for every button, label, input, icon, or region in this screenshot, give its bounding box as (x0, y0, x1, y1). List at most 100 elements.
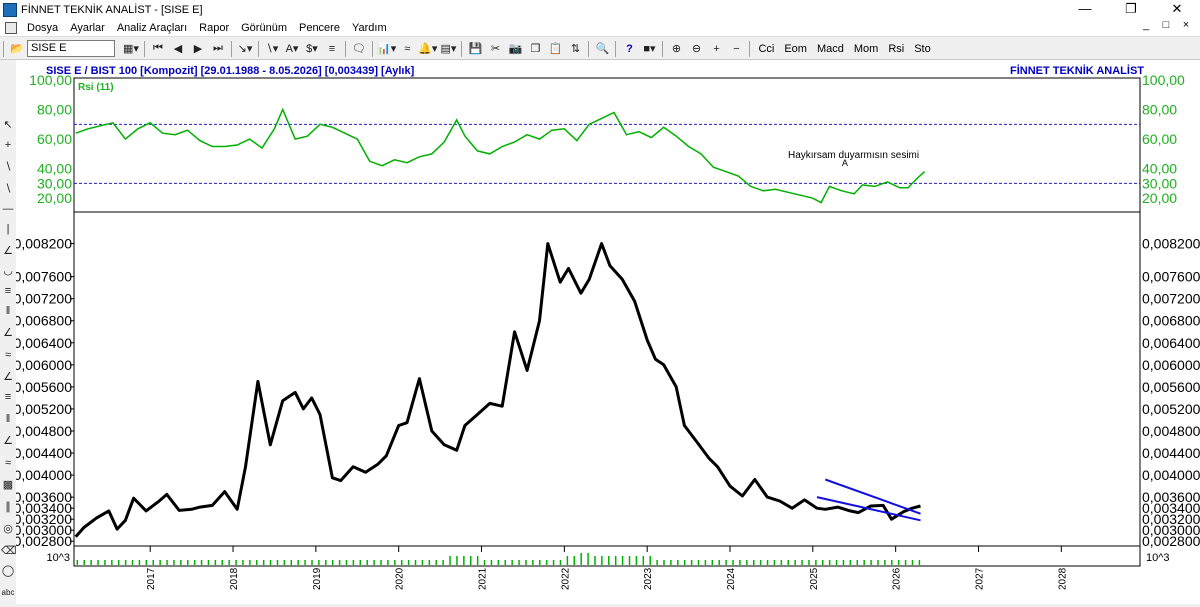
camera-icon[interactable]: 📷 (506, 40, 524, 58)
fibonacci-icon[interactable]: ≡ (1, 284, 15, 298)
indicator-cci-button[interactable]: Cci (753, 43, 779, 55)
comment-icon[interactable]: 🗨 (350, 40, 368, 58)
alarm-bell-icon[interactable]: 🔔▾ (418, 40, 437, 58)
chart-type-icon[interactable]: ▤▾ (439, 40, 457, 58)
line-tool-icon[interactable]: ↘▾ (236, 40, 254, 58)
brand-label: FİNNET TEKNİK ANALİST (1010, 64, 1144, 77)
scissors-icon[interactable]: ✂ (486, 40, 504, 58)
mdi-minimize-icon[interactable]: _ (1136, 19, 1156, 31)
mdi-close-icon[interactable]: × (1176, 19, 1196, 31)
indicator-eom-button[interactable]: Eom (779, 43, 812, 55)
text-abc-icon[interactable]: abc (1, 586, 15, 600)
indicator-mom-button[interactable]: Mom (849, 43, 883, 55)
binoculars-icon[interactable]: 🔍 (593, 40, 611, 58)
spiral-icon[interactable]: ◎ (1, 522, 15, 536)
rsi-y-tick-right: 60,00 (1142, 131, 1177, 147)
close-icon[interactable]: ✕ (1154, 0, 1200, 19)
first-icon[interactable]: ⏮ (149, 40, 167, 58)
chart-canvas[interactable]: SISE E / BIST 100 [Kompozit] [29.01.1988… (14, 60, 1200, 604)
mdi-restore-icon[interactable]: □ (1156, 19, 1176, 31)
eraser-icon[interactable]: ⌫ (1, 544, 17, 558)
price-y-tick-left: 0,005600 (16, 379, 72, 395)
x-tick-label: 2024 (726, 567, 737, 590)
x-tick-label: 2023 (643, 567, 654, 590)
arc-icon[interactable]: ◡ (1, 264, 15, 278)
menu-pencere[interactable]: Pencere (293, 22, 346, 34)
indicator-macd-button[interactable]: Macd (812, 43, 849, 55)
minus-icon[interactable]: − (727, 40, 745, 58)
andrews-icon[interactable]: ∠ (1, 434, 15, 448)
vertical-line-icon[interactable]: | (1, 222, 15, 236)
symbol-input[interactable]: SISE E (27, 40, 115, 57)
toolbar-separator (3, 40, 4, 57)
indicator-sto-button[interactable]: Sto (909, 43, 936, 55)
x-tick-label: 2021 (478, 567, 489, 590)
x-axis: 2017 2018 2019 2020 2021 2022 2023 2024 2025 2026… (146, 546, 1068, 590)
channel-icon[interactable]: ‖ (1, 304, 15, 318)
price-y-tick-right: 0,002800 (1142, 533, 1200, 549)
price-y-tick-right: 0,007200 (1142, 291, 1200, 307)
menu-yardim[interactable]: Yardım (346, 22, 393, 34)
zoom-out-icon[interactable]: ⊖ (687, 40, 705, 58)
rsi-y-tick-right: 30,00 (1142, 175, 1177, 191)
histogram-icon[interactable]: ▩ (1, 478, 15, 492)
indicator-rsi-button[interactable]: Rsi (883, 43, 909, 55)
save-icon[interactable]: 💾 (466, 40, 484, 58)
toolbar-separator (662, 40, 664, 57)
bar-chart-icon[interactable]: 📊▾ (377, 40, 396, 58)
pointer-icon[interactable]: ↖ (1, 118, 15, 132)
menu-ayarlar[interactable]: Ayarlar (64, 22, 111, 34)
zoom-in-icon[interactable]: ⊕ (667, 40, 685, 58)
price-y-tick-right: 0,008200 (1142, 236, 1200, 252)
menu-gorunum[interactable]: Görünüm (235, 22, 293, 34)
speed-line-icon[interactable]: ∠ (1, 370, 15, 384)
rsi-y-tick-left: 80,00 (37, 102, 72, 118)
next-icon[interactable]: ▶ (189, 40, 207, 58)
cycle-icon[interactable]: ≈ (1, 456, 15, 470)
draw-line-icon[interactable]: ∖▾ (263, 40, 281, 58)
rsi-y-tick-right: 80,00 (1142, 102, 1177, 118)
toolbar-separator (461, 40, 463, 57)
price-y-tick-left: 0,007200 (16, 291, 72, 307)
text-tool-icon[interactable]: A▾ (283, 40, 301, 58)
fan-icon[interactable]: ∠ (1, 244, 15, 258)
horizontal-line-icon[interactable]: — (1, 202, 15, 216)
fan-lines-icon[interactable]: ∥ (1, 500, 15, 514)
price-y-tick-right: 0,005600 (1142, 379, 1200, 395)
help-icon[interactable]: ? (620, 40, 638, 58)
menu-analiz-araclari[interactable]: Analiz Araçları (111, 22, 193, 34)
gann-icon[interactable]: ∠ (1, 326, 15, 340)
menu-bar: Dosya Ayarlar Analiz Araçları Rapor Görü… (0, 19, 1200, 37)
last-icon[interactable]: ⏭ (209, 40, 227, 58)
palette-icon[interactable]: ■▾ (640, 40, 658, 58)
retracement-icon[interactable]: ≡ (1, 390, 15, 404)
price-y-tick-right: 0,006800 (1142, 313, 1200, 329)
crosshair-icon[interactable]: + (1, 138, 15, 152)
trendline-icon[interactable]: ∖ (1, 160, 15, 174)
toolbar-separator (258, 40, 259, 57)
indicator-icon[interactable]: ≈ (398, 40, 416, 58)
copy-icon[interactable]: ❐ (526, 40, 544, 58)
symbol-list-icon[interactable]: ▦▾ (122, 40, 140, 58)
restore-icon[interactable]: ❐ (1108, 0, 1154, 19)
plus-icon[interactable]: + (707, 40, 725, 58)
volume-panel: 10^3 10^3 (46, 545, 1170, 567)
rsi-y-tick-left: 60,00 (37, 131, 72, 147)
ray-icon[interactable]: ∖ (1, 182, 15, 196)
wave-icon[interactable]: ≈ (1, 348, 15, 362)
document-icon[interactable] (5, 21, 17, 34)
paste-icon[interactable]: 📋 (546, 40, 564, 58)
list-icon[interactable]: ≡ (323, 40, 341, 58)
ellipse-icon[interactable]: ◯ (1, 564, 15, 578)
currency-icon[interactable]: $▾ (303, 40, 321, 58)
time-zone-icon[interactable]: ‖ (1, 412, 15, 426)
menu-dosya[interactable]: Dosya (21, 22, 64, 34)
x-tick-label: 2022 (560, 567, 571, 590)
minimize-icon[interactable]: — (1062, 0, 1108, 19)
menu-rapor[interactable]: Rapor (193, 22, 235, 34)
window-title: FİNNET TEKNİK ANALİST - [SISE E] (21, 3, 203, 16)
previous-icon[interactable]: ◀ (169, 40, 187, 58)
volume-panel-frame (73, 545, 1141, 567)
sort-icon[interactable]: ⇅ (566, 40, 584, 58)
open-folder-icon[interactable]: 📂 (8, 40, 26, 58)
